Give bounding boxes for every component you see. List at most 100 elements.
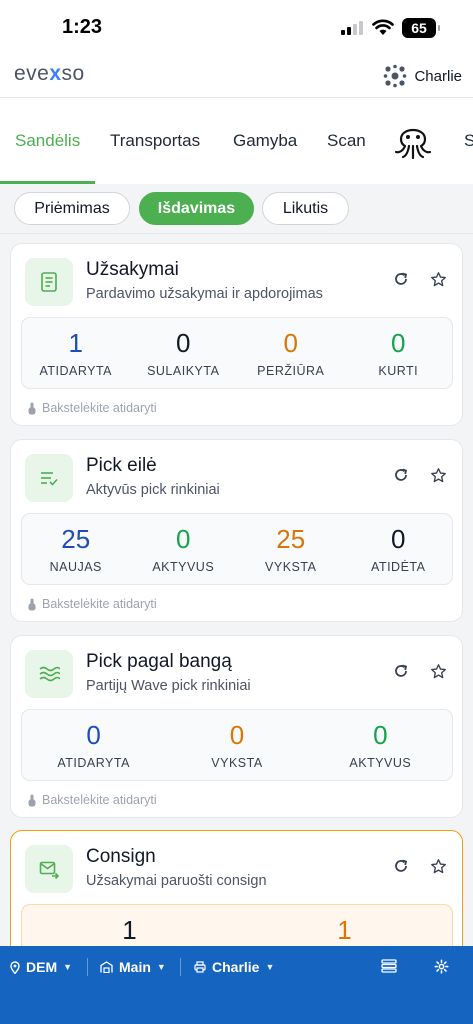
stat-item[interactable]: 0 PERŽIŪRA <box>237 318 345 388</box>
chevron-down-icon: ▼ <box>265 962 275 972</box>
stat-item[interactable]: 25 VYKSTA <box>237 514 345 584</box>
location-selector[interactable]: DEM ▼ <box>10 959 72 975</box>
bottom-bar: DEM ▼ Main ▼ Charlie ▼ <box>0 946 473 1024</box>
star-icon[interactable] <box>427 268 449 290</box>
stat-label: VYKSTA <box>211 756 263 770</box>
printer-icon <box>194 961 206 973</box>
refresh-icon[interactable] <box>390 464 412 486</box>
tap-finger-icon <box>28 402 36 414</box>
stat-value: 25 <box>276 524 306 554</box>
chevron-down-icon: ▼ <box>156 962 166 972</box>
tab-transportas[interactable]: Transportas <box>110 131 200 151</box>
subtab-isdavimas[interactable]: Išdavimas <box>139 192 254 225</box>
star-icon[interactable] <box>427 855 449 877</box>
card-pick-pagal-banga[interactable]: Pick pagal bangą Partijų Wave pick rinki… <box>10 635 463 818</box>
card-subtitle: Partijų Wave pick rinkiniai <box>86 678 251 694</box>
chevron-down-icon: ▼ <box>63 962 73 972</box>
refresh-icon[interactable] <box>390 855 412 877</box>
wifi-icon <box>372 19 394 35</box>
app-header: evexso Charlie <box>0 56 473 98</box>
stat-value: 1 <box>122 915 137 945</box>
stat-value: 0 <box>176 524 191 554</box>
stat-label: ATIDARYTA <box>57 756 130 770</box>
tap-hint: Bakstelėkite atidaryti <box>27 401 157 415</box>
tab-scan[interactable]: Scan <box>327 131 366 151</box>
star-icon[interactable] <box>427 464 449 486</box>
tap-finger-icon <box>28 794 36 806</box>
stat-item[interactable]: 0 ATIDARYTA <box>22 710 165 780</box>
card-title: Pick eilė <box>86 455 157 476</box>
separator <box>180 958 181 976</box>
card-title: Užsakymai <box>86 259 179 280</box>
settings-gear-icon[interactable] <box>434 959 449 974</box>
octopus-icon[interactable] <box>393 121 433 159</box>
stat-item[interactable]: 0 KURTI <box>345 318 453 388</box>
wave-icon <box>25 650 73 698</box>
stat-label: PERŽIŪRA <box>257 364 325 378</box>
stat-value: 0 <box>391 524 406 554</box>
battery-indicator: 65 <box>402 18 440 38</box>
refresh-icon[interactable] <box>390 268 412 290</box>
card-subtitle: Aktyvūs pick rinkiniai <box>86 482 220 498</box>
tab-sandelis[interactable]: Sandėlis <box>15 131 80 151</box>
app-logo[interactable]: evexso <box>14 62 85 86</box>
list-check-icon <box>25 454 73 502</box>
stat-label: VYKSTA <box>265 560 317 574</box>
stat-value: 0 <box>229 720 245 750</box>
stat-label: ATIDĖTA <box>371 560 426 574</box>
user-name: Charlie <box>414 67 462 85</box>
tab-gamyba[interactable]: Gamyba <box>233 131 297 151</box>
card-subtitle: Užsakymai paruošti consign <box>86 873 267 889</box>
status-time: 1:23 <box>62 16 103 38</box>
stat-value: 0 <box>391 328 406 358</box>
stat-item[interactable]: 0 AKTYVUS <box>130 514 238 584</box>
warehouse-label: Main <box>119 959 151 975</box>
stat-label: SULAIKYTA <box>147 364 220 378</box>
subtab-priemimas[interactable]: Priėmimas <box>14 192 130 225</box>
stats-panel: 25 NAUJAS 0 AKTYVUS 25 VYKSTA 0 ATIDĖTA <box>21 513 453 585</box>
stat-item[interactable]: 0 AKTYVUS <box>309 710 452 780</box>
tap-finger-icon <box>28 598 36 610</box>
stack-icon[interactable] <box>380 959 398 973</box>
card-pick-eile[interactable]: Pick eilė Aktyvūs pick rinkiniai 25 NAUJA… <box>10 439 463 622</box>
stat-value: 0 <box>176 328 191 358</box>
stat-label: AKTYVUS <box>349 756 412 770</box>
bottom-user-label: Charlie <box>212 959 260 975</box>
stat-item[interactable]: 25 NAUJAS <box>22 514 130 584</box>
card-uzsakymai[interactable]: Užsakymai Pardavimo užsakymai ir apdoroj… <box>10 243 463 426</box>
document-icon <box>25 258 73 306</box>
stat-item[interactable]: 0 VYKSTA <box>165 710 308 780</box>
stat-label: AKTYVUS <box>152 560 215 574</box>
user-menu[interactable]: Charlie <box>383 64 462 88</box>
user-network-icon <box>384 64 407 88</box>
stat-value: 1 <box>337 915 352 945</box>
card-subtitle: Pardavimo užsakymai ir apdorojimas <box>86 286 323 302</box>
separator <box>87 958 88 976</box>
stat-value: 0 <box>86 720 101 750</box>
stat-label: NAUJAS <box>49 560 102 574</box>
warehouse-icon <box>100 961 113 973</box>
stat-label: KURTI <box>378 364 419 378</box>
stats-panel: 0 ATIDARYTA 0 VYKSTA 0 AKTYVUS <box>21 709 453 781</box>
tap-hint: Bakstelėkite atidaryti <box>27 597 157 611</box>
card-title: Consign <box>86 846 156 867</box>
card-title: Pick pagal bangą <box>86 651 232 672</box>
mail-forward-icon <box>25 845 73 893</box>
refresh-icon[interactable] <box>390 660 412 682</box>
tap-hint: Bakstelėkite atidaryti <box>27 793 157 807</box>
subtab-likutis[interactable]: Likutis <box>262 192 349 225</box>
star-icon[interactable] <box>427 660 449 682</box>
stat-value: 25 <box>61 524 91 554</box>
stat-item[interactable]: 0 SULAIKYTA <box>130 318 238 388</box>
status-bar: 1:23 65 <box>0 0 473 56</box>
stat-value: 1 <box>68 328 83 358</box>
warehouse-selector[interactable]: Main ▼ <box>100 959 166 975</box>
tab-overflow[interactable]: S <box>464 131 473 151</box>
location-pin-icon <box>10 960 20 974</box>
stats-panel: 1 ATIDARYTA 0 SULAIKYTA 0 PERŽIŪRA 0 KURTI <box>21 317 453 389</box>
stat-item[interactable]: 1 ATIDARYTA <box>22 318 130 388</box>
sub-tabs: Priėmimas Išdavimas Likutis <box>0 184 473 234</box>
stat-label: ATIDARYTA <box>39 364 113 378</box>
printer-user-selector[interactable]: Charlie ▼ <box>194 959 274 975</box>
stat-item[interactable]: 0 ATIDĖTA <box>345 514 453 584</box>
